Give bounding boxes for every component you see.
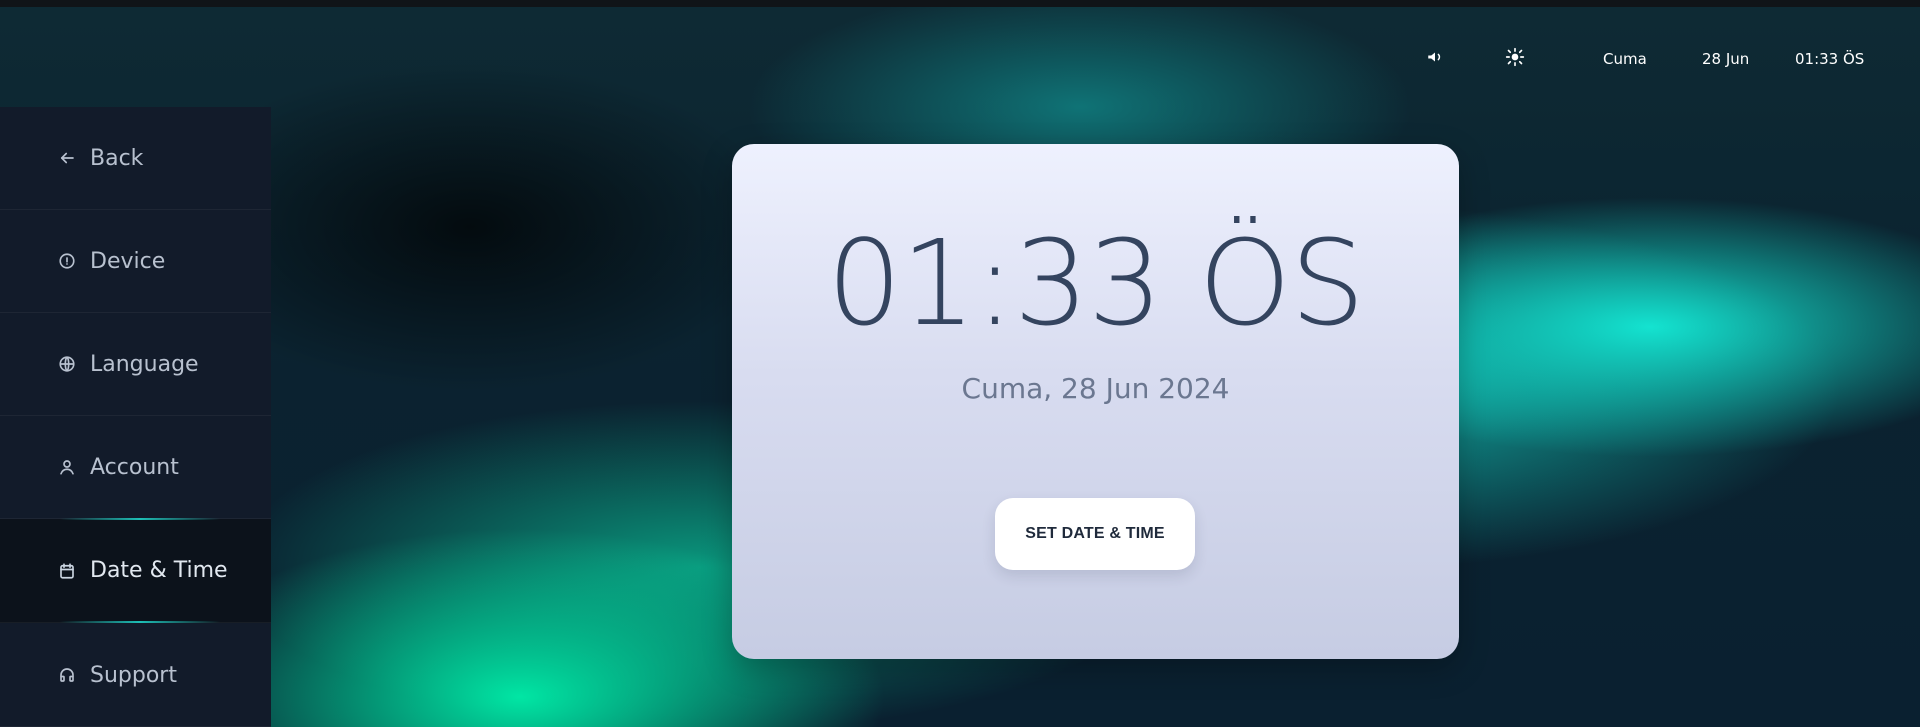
clock-date: Cuma, 28 Jun 2024: [961, 372, 1230, 405]
date-time-card: 01:33 ÖS Cuma, 28 Jun 2024 SET DATE & TI…: [732, 144, 1459, 659]
status-date: 28 Jun: [1702, 50, 1750, 68]
brightness-icon: [1505, 47, 1525, 71]
status-time: 01:33 ÖS: [1795, 50, 1865, 68]
top-bar-strip: [0, 0, 1920, 7]
sidebar-item-label: Language: [90, 351, 199, 377]
sidebar-item-label: Account: [90, 454, 179, 480]
volume-button[interactable]: [1426, 48, 1444, 70]
sidebar-item-label: Support: [90, 662, 177, 688]
sidebar-item-device[interactable]: Device: [0, 210, 271, 313]
sidebar: Back Device Language Account Date & Time…: [0, 107, 271, 727]
sidebar-item-back[interactable]: Back: [0, 107, 271, 210]
sidebar-item-support[interactable]: Support: [0, 624, 271, 727]
calendar-icon: [58, 562, 76, 580]
brightness-button[interactable]: [1505, 47, 1525, 71]
clock-time: 01:33 ÖS: [826, 214, 1365, 352]
volume-icon: [1426, 48, 1444, 70]
sidebar-item-language[interactable]: Language: [0, 313, 271, 416]
sidebar-item-label: Date & Time: [90, 558, 228, 583]
info-icon: [58, 252, 76, 270]
set-date-time-button[interactable]: SET DATE & TIME: [995, 498, 1195, 570]
globe-icon: [58, 355, 76, 373]
sidebar-item-account[interactable]: Account: [0, 416, 271, 519]
headphones-icon: [58, 666, 76, 684]
sidebar-item-date-time[interactable]: Date & Time: [0, 518, 271, 623]
status-day: Cuma: [1603, 50, 1647, 68]
sidebar-item-label: Back: [90, 145, 144, 171]
arrow-left-icon: [58, 149, 76, 167]
sidebar-item-label: Device: [90, 248, 166, 274]
user-icon: [58, 458, 76, 476]
